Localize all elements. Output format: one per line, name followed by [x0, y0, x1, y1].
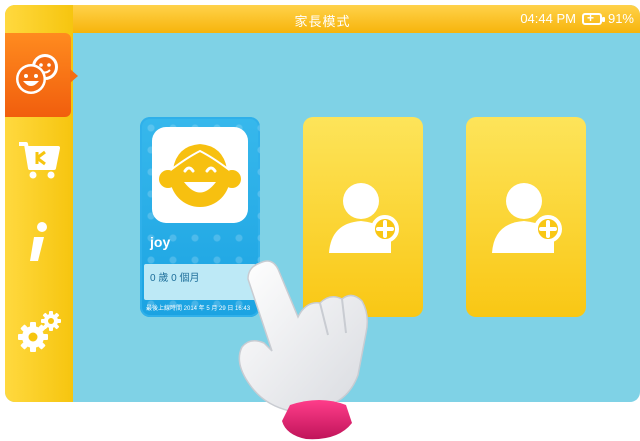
- kids-icon: [16, 54, 58, 94]
- child-name: joy: [150, 234, 171, 250]
- status-bar: 家長模式 04:44 PM 91%: [5, 5, 640, 33]
- sidebar-item-settings[interactable]: [5, 295, 73, 367]
- sidebar: [5, 5, 78, 402]
- clock-text: 04:44 PM: [520, 11, 576, 26]
- sidebar-item-kids[interactable]: [5, 33, 78, 117]
- child-age: 0 歲 0 個月: [150, 273, 200, 284]
- info-icon: [30, 222, 47, 261]
- sidebar-item-store[interactable]: [5, 125, 73, 197]
- child-avatar: [152, 127, 248, 223]
- settings-gears-icon: [18, 311, 61, 352]
- battery-icon: [581, 11, 605, 25]
- add-profile-card-3[interactable]: [466, 117, 586, 317]
- store-cart-icon: [19, 142, 60, 179]
- add-user-icon: [492, 183, 562, 253]
- pointing-hand-icon: [238, 260, 369, 440]
- status-area: 04:44 PM 91%: [520, 11, 634, 27]
- sidebar-item-info[interactable]: [5, 207, 73, 279]
- girl-face-icon: [159, 141, 241, 207]
- battery-level: 91%: [607, 11, 634, 26]
- add-user-icon: [329, 183, 399, 253]
